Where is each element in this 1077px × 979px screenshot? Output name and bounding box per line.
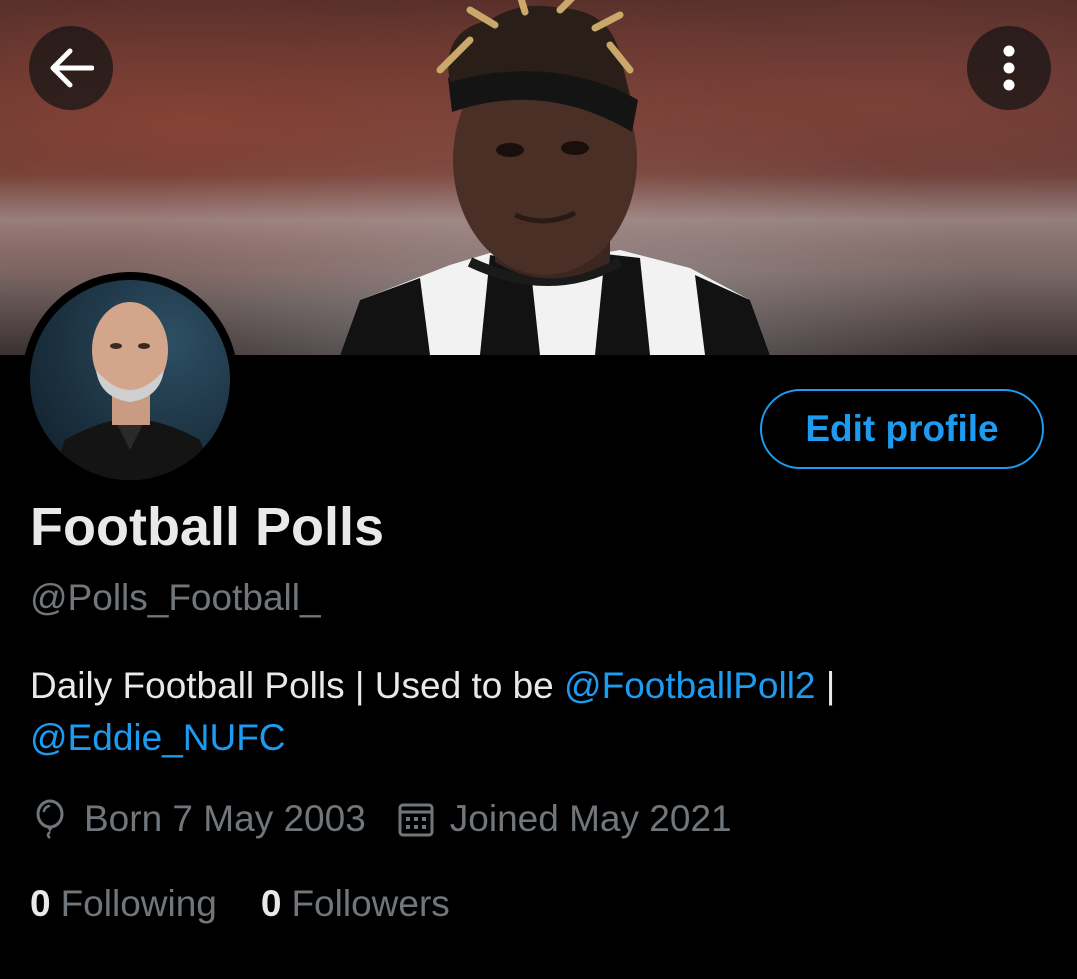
- more-options-button[interactable]: [967, 26, 1051, 110]
- followers-label: Followers: [291, 883, 450, 924]
- banner-player-image: [340, 0, 770, 355]
- bio-mention-link[interactable]: @FootballPoll2: [564, 665, 815, 706]
- bio-text: Daily Football Polls | Used to be: [30, 665, 565, 706]
- following-count: 0: [30, 883, 51, 924]
- bio-mention-link[interactable]: @Eddie_NUFC: [30, 717, 286, 758]
- follow-stats: 0 Following 0 Followers: [30, 883, 494, 925]
- followers-count: 0: [260, 883, 282, 924]
- back-button[interactable]: [29, 26, 113, 110]
- following-label: Following: [60, 883, 217, 924]
- born-text: Born 7 May 2003: [84, 798, 366, 839]
- calendar-icon: [398, 803, 434, 837]
- followers-link[interactable]: 0 Followers: [261, 883, 450, 925]
- profile-handle: @Polls_Football_: [30, 577, 321, 618]
- profile-screen: Edit profile Football Polls @Polls_Footb…: [0, 0, 1077, 979]
- arrow-left-icon: [50, 48, 94, 88]
- joined-text: Joined May 2021: [449, 798, 732, 839]
- joined-date: Joined May 2021: [396, 798, 732, 840]
- profile-bio: Daily Football Polls | Used to be @Footb…: [30, 660, 1040, 764]
- birth-date: Born 7 May 2003: [30, 798, 366, 840]
- profile-meta: Born 7 May 2003 Joined May 2021: [30, 798, 762, 840]
- avatar-image: [30, 280, 230, 480]
- following-link[interactable]: 0 Following: [30, 883, 217, 925]
- profile-display-name: Football Polls: [30, 497, 385, 557]
- balloon-icon: [36, 799, 64, 839]
- profile-avatar[interactable]: [22, 272, 238, 488]
- more-vertical-icon: [1003, 45, 1015, 91]
- edit-profile-button[interactable]: Edit profile: [760, 389, 1044, 469]
- bio-separator: |: [815, 665, 836, 706]
